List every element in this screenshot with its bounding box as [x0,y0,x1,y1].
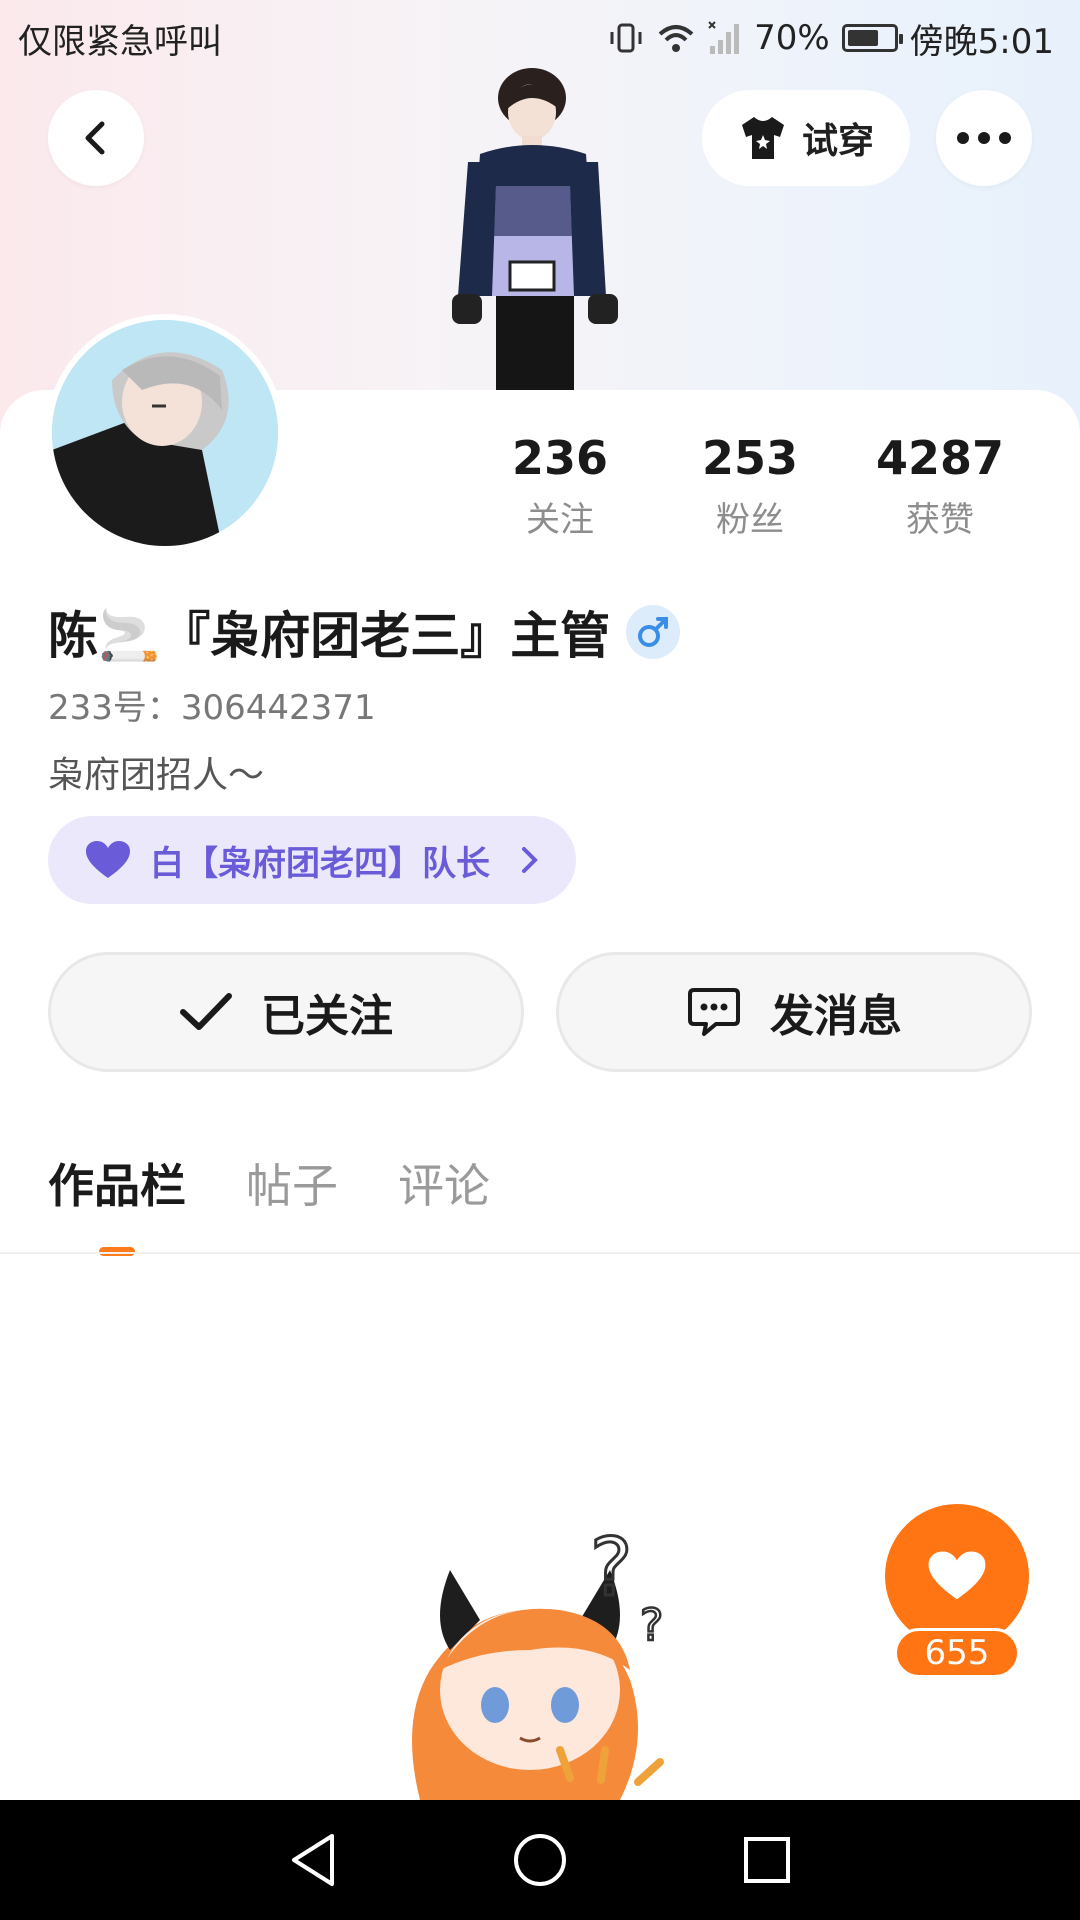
character-figure [452,68,618,390]
stat-label: 粉丝 [716,500,784,540]
status-right: 70% 傍晚5:01 [608,14,1054,63]
stat-value: 253 [701,431,799,485]
system-navigation-bar [0,1800,1080,1920]
battery-icon [841,24,903,52]
user-id: 233号：306442371 [48,688,376,728]
male-gender-icon [626,605,681,659]
like-count: 655 [894,1628,1020,1678]
try-on-button[interactable]: 试穿 [702,90,910,186]
svg-text:?: ? [590,1521,632,1614]
nav-back-button[interactable] [273,1820,353,1900]
profile-name: 陈🚬『枭府团老三』主管 [48,607,611,665]
stat-likes[interactable]: 4287 获赞 [850,430,1030,541]
square-recents-icon [743,1837,790,1883]
battery-percent: 70% [754,18,830,58]
team-label: 白【枭府团老四】队长 [150,843,490,884]
stat-followers[interactable]: 253 粉丝 [660,430,840,541]
stat-label: 获赞 [906,500,974,540]
stat-following[interactable]: 236 关注 [470,430,650,541]
message-label: 发消息 [770,991,902,1042]
tshirt-icon [741,117,784,159]
heart-icon [86,841,130,878]
profile-name-row: 陈🚬『枭府团老三』主管 [48,596,681,668]
try-on-label: 试穿 [801,121,874,162]
stat-value: 4287 [875,431,1005,485]
chat-bubble-icon [688,988,740,1036]
triangle-back-icon [292,1834,335,1886]
tab-comments[interactable]: 评论 [398,1150,490,1216]
back-button[interactable] [48,90,144,186]
tab-label: 帖子 [246,1159,338,1213]
empty-state-mascot: ? ? [412,1520,665,1800]
battery-fill [847,30,879,46]
circle-home-icon [513,1834,566,1886]
status-time: 傍晚5:01 [909,21,1054,62]
signal-icon [708,20,742,56]
team-badge[interactable]: 白【枭府团老四】队长 [48,816,576,904]
tabs-divider [0,1252,1080,1254]
chevron-left-icon [85,121,105,155]
tab-label: 作品栏 [48,1159,186,1213]
avatar[interactable] [46,314,284,552]
avatar-image [52,320,278,546]
chevron-right-icon [522,847,538,873]
tab-posts[interactable]: 帖子 [246,1150,338,1216]
status-left-text: 仅限紧急呼叫 [18,21,222,62]
content-tabs: 作品栏 帖子 评论 [48,1150,490,1256]
status-bar: 仅限紧急呼叫 70% 傍晚5:01 [0,0,1080,76]
tab-works[interactable]: 作品栏 [48,1150,186,1256]
checkmark-icon [180,993,232,1030]
profile-bio: 枭府团招人～ [48,755,265,796]
following-button[interactable]: 已关注 [48,952,524,1072]
tab-label: 评论 [398,1159,490,1213]
nav-recents-button[interactable] [727,1820,807,1900]
stats-row: 236 关注 253 粉丝 4287 获赞 [470,430,1030,541]
vibrate-icon [608,20,644,56]
following-label: 已关注 [261,991,393,1042]
more-horizontal-icon [957,132,1011,144]
more-button[interactable] [936,90,1032,186]
nav-home-button[interactable] [500,1820,580,1900]
heart-icon [928,1551,986,1600]
wifi-icon [656,20,696,56]
like-button[interactable] [885,1504,1029,1648]
message-button[interactable]: 发消息 [556,952,1032,1072]
stat-label: 关注 [526,500,594,540]
svg-text:?: ? [640,1600,663,1651]
stat-value: 236 [511,431,609,485]
